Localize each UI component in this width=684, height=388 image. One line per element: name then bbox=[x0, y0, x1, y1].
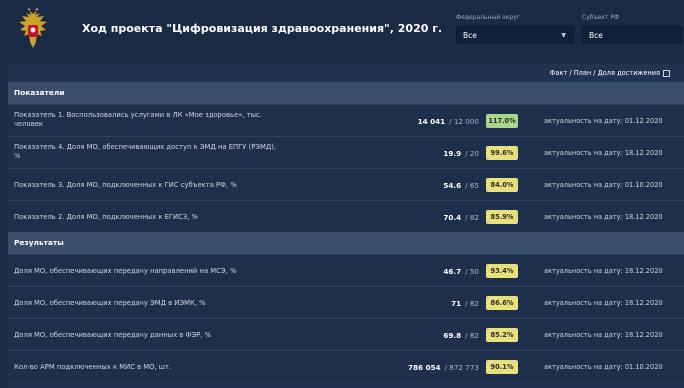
row-label: Доля МО, обеспечивающих передачу данных … bbox=[14, 331, 211, 339]
row-date: актуальность на дату: 18.12.2020 bbox=[544, 267, 663, 275]
fact-plan-toggle[interactable]: Факт / План / Доля достижения bbox=[550, 69, 670, 77]
dropdown-arrow-icon: ▼ bbox=[561, 32, 566, 39]
fact-value: 71 bbox=[451, 298, 462, 308]
table-row: Доля МО, обеспечивающих передачу данных … bbox=[8, 318, 684, 350]
achievement-badge: 85.9% bbox=[486, 210, 518, 224]
table-row: Доля МО, обеспечивающих передачу ЭМД в И… bbox=[8, 286, 684, 318]
row-values: 71 / 82 86.6% bbox=[451, 296, 518, 310]
row-label: Доля МО, обеспечивающих передачу ЭМД в И… bbox=[14, 299, 206, 307]
fact-plan-toggle-label: Факт / План / Доля достижения bbox=[549, 69, 660, 77]
table-row: Показатель 1. Воспользовались услугами в… bbox=[8, 104, 684, 136]
date-label: актуальность на дату: bbox=[544, 213, 623, 221]
fact-value: 19.9 bbox=[443, 148, 462, 158]
table-row: Показатель 4. Доля МО, обеспечивающих до… bbox=[8, 136, 684, 168]
fact-value: 54.6 bbox=[443, 180, 462, 190]
subject-select[interactable]: Все bbox=[582, 26, 682, 44]
row-date: актуальность на дату: 18.12.2020 bbox=[544, 331, 663, 339]
date-value: 18.12.2020 bbox=[624, 331, 663, 339]
date-value: 18.12.2020 bbox=[624, 299, 663, 307]
row-label: Показатель 1. Воспользовались услугами в… bbox=[14, 111, 262, 129]
district-select-value: Все bbox=[463, 31, 477, 40]
plan-value: / 20 bbox=[465, 148, 479, 158]
coat-of-arms-icon bbox=[19, 8, 47, 48]
plan-value: / 872 773 bbox=[444, 362, 479, 372]
plan-value: / 12 000 bbox=[449, 116, 479, 126]
achievement-badge: 117.0% bbox=[486, 114, 518, 128]
row-date: актуальность на дату: 01.10.2020 bbox=[544, 181, 663, 189]
row-values: 70.4 / 82 85.9% bbox=[443, 210, 518, 224]
row-values: 69.8 / 82 85.2% bbox=[443, 328, 518, 342]
row-date: актуальность на дату: 01.10.2020 bbox=[544, 363, 663, 371]
date-label: актуальность на дату: bbox=[544, 117, 623, 125]
section-header-results: Результаты bbox=[8, 232, 684, 254]
row-values: 14 041 / 12 000 117.0% bbox=[418, 114, 518, 128]
achievement-badge: 90.1% bbox=[486, 360, 518, 374]
table-row: Показатель 2. Доля МО, подключенных к ЕГ… bbox=[8, 200, 684, 232]
row-values: 54.6 / 65 84.0% bbox=[443, 178, 518, 192]
page-title: Ход проекта "Цифровизация здравоохранени… bbox=[82, 22, 443, 35]
row-values: 19.9 / 20 99.6% bbox=[443, 146, 518, 160]
subject-select-value: Все bbox=[589, 31, 603, 40]
date-value: 18.12.2020 bbox=[624, 267, 663, 275]
section-title: Результаты bbox=[14, 238, 64, 247]
main-panel: Факт / План / Доля достижения Показатели… bbox=[8, 64, 684, 388]
section-title: Показатели bbox=[14, 88, 65, 97]
row-label: Кол-во АРМ подключенных к МИС в МО, шт. bbox=[14, 363, 172, 371]
section-header-indicators: Показатели bbox=[8, 82, 684, 104]
achievement-badge: 86.6% bbox=[486, 296, 518, 310]
row-label: Показатель 4. Доля МО, обеспечивающих до… bbox=[14, 143, 277, 161]
table-row: Кол-во АРМ подключенных к МИС в МО, шт. … bbox=[8, 350, 684, 382]
fact-value: 786 054 bbox=[408, 362, 441, 372]
date-label: актуальность на дату: bbox=[544, 149, 623, 157]
subject-filter-label: Субъект РФ bbox=[582, 14, 620, 21]
fact-value: 14 041 bbox=[417, 116, 446, 126]
row-label: Показатель 2. Доля МО, подключенных к ЕГ… bbox=[14, 213, 198, 221]
date-label: актуальность на дату: bbox=[544, 363, 623, 371]
date-value: 01.10.2020 bbox=[624, 181, 663, 189]
date-value: 18.12.2020 bbox=[624, 149, 663, 157]
plan-value: / 82 bbox=[465, 330, 479, 340]
achievement-badge: 99.6% bbox=[486, 146, 518, 160]
plan-value: / 65 bbox=[465, 180, 479, 190]
row-label: Показатель 3. Доля МО, подключенных к ГИ… bbox=[14, 181, 237, 189]
date-label: актуальность на дату: bbox=[544, 331, 623, 339]
date-label: актуальность на дату: bbox=[544, 181, 623, 189]
row-values: 786 054 / 872 773 90.1% bbox=[408, 360, 518, 374]
date-label: актуальность на дату: bbox=[544, 299, 623, 307]
table-row: Доля МО, обеспечивающих передачу направл… bbox=[8, 254, 684, 286]
fact-plan-checkbox[interactable] bbox=[663, 69, 670, 77]
plan-value: / 82 bbox=[465, 212, 479, 222]
achievement-badge: 93.4% bbox=[486, 264, 518, 278]
row-date: актуальность на дату: 18.12.2020 bbox=[544, 149, 663, 157]
district-filter-label: Федеральный округ bbox=[456, 14, 520, 21]
date-value: 18.12.2020 bbox=[624, 213, 663, 221]
plan-value: / 82 bbox=[465, 298, 479, 308]
fact-value: 46.7 bbox=[443, 266, 462, 276]
row-label: Доля МО, обеспечивающих передачу направл… bbox=[14, 267, 237, 275]
fact-value: 69.8 bbox=[443, 330, 462, 340]
row-date: актуальность на дату: 18.12.2020 bbox=[544, 213, 663, 221]
date-label: актуальность на дату: bbox=[544, 267, 623, 275]
date-value: 01.12.2020 bbox=[624, 117, 663, 125]
plan-value: / 50 bbox=[465, 266, 479, 276]
achievement-badge: 84.0% bbox=[486, 178, 518, 192]
row-date: актуальность на дату: 01.12.2020 bbox=[544, 117, 663, 125]
row-date: актуальность на дату: 18.12.2020 bbox=[544, 299, 663, 307]
header-bar: Ход проекта "Цифровизация здравоохранени… bbox=[0, 0, 684, 64]
achievement-badge: 85.2% bbox=[486, 328, 518, 342]
district-select[interactable]: Все ▼ bbox=[456, 26, 574, 44]
table-row: Показатель 3. Доля МО, подключенных к ГИ… bbox=[8, 168, 684, 200]
fact-value: 70.4 bbox=[443, 212, 462, 222]
date-value: 01.10.2020 bbox=[624, 363, 663, 371]
row-values: 46.7 / 50 93.4% bbox=[443, 264, 518, 278]
